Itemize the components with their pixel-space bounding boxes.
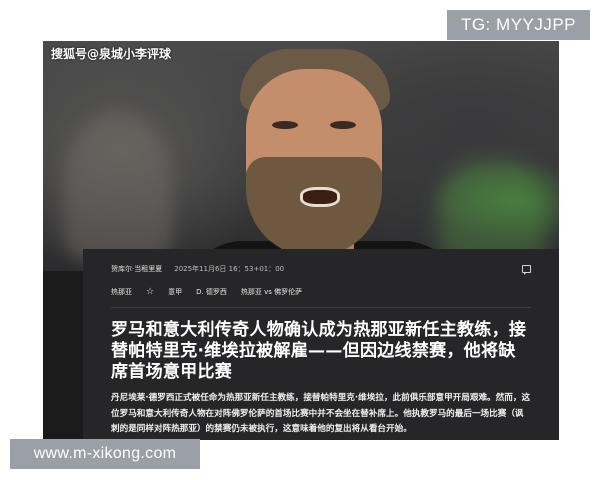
article-card: 贺库尔·当租里夏 2025年11月6日 16：53+01：00 热那亚 ☆ 意甲… xyxy=(83,249,559,440)
site-watermark-badge: www.m-xikong.com xyxy=(10,439,200,469)
tag-row: 热那亚 ☆ 意甲 D. 德罗西 热那亚 vs 佛罗伦萨 xyxy=(111,285,531,299)
coach-right-eye xyxy=(330,121,356,129)
coach-left-eye xyxy=(272,121,298,129)
tag-serie-a[interactable]: 意甲 xyxy=(168,287,182,297)
star-icon[interactable]: ☆ xyxy=(146,287,154,297)
article-meta: 贺库尔·当租里夏 2025年11月6日 16：53+01：00 xyxy=(111,263,531,275)
background-crowd-figure xyxy=(63,111,173,261)
tg-watermark-badge: TG: MYYJJPP xyxy=(447,10,590,40)
article-body: 丹尼埃莱·德罗西正式被任命为热那亚新任主教练，接替帕特里克·维埃拉，此前俱乐部意… xyxy=(111,393,531,434)
tag-genoa-vs-fiorentina[interactable]: 热那亚 vs 佛罗伦萨 xyxy=(241,287,302,297)
coach-mouth xyxy=(300,187,340,207)
sohu-watermark: 搜狐号@泉城小李评球 xyxy=(51,47,172,61)
screenshot-frame: 搜狐号@泉城小李评球 贺库尔·当租里夏 2025年11月6日 16：53+01：… xyxy=(43,41,559,440)
coach-portrait xyxy=(183,49,463,301)
article-timestamp: 2025年11月6日 16：53+01：00 xyxy=(174,265,285,273)
article-author[interactable]: 贺库尔·当租里夏 xyxy=(111,264,162,274)
divider xyxy=(111,307,531,308)
hero-photo: 搜狐号@泉城小李评球 xyxy=(43,41,559,301)
tag-genoa[interactable]: 热那亚 xyxy=(111,287,132,297)
tag-de-rossi[interactable]: D. 德罗西 xyxy=(196,287,227,297)
article-headline: 罗马和意大利传奇人物确认成为热那亚新任主教练，接替帕特里克·维埃拉被解雇——但因… xyxy=(111,320,527,382)
comment-icon[interactable] xyxy=(522,265,531,275)
